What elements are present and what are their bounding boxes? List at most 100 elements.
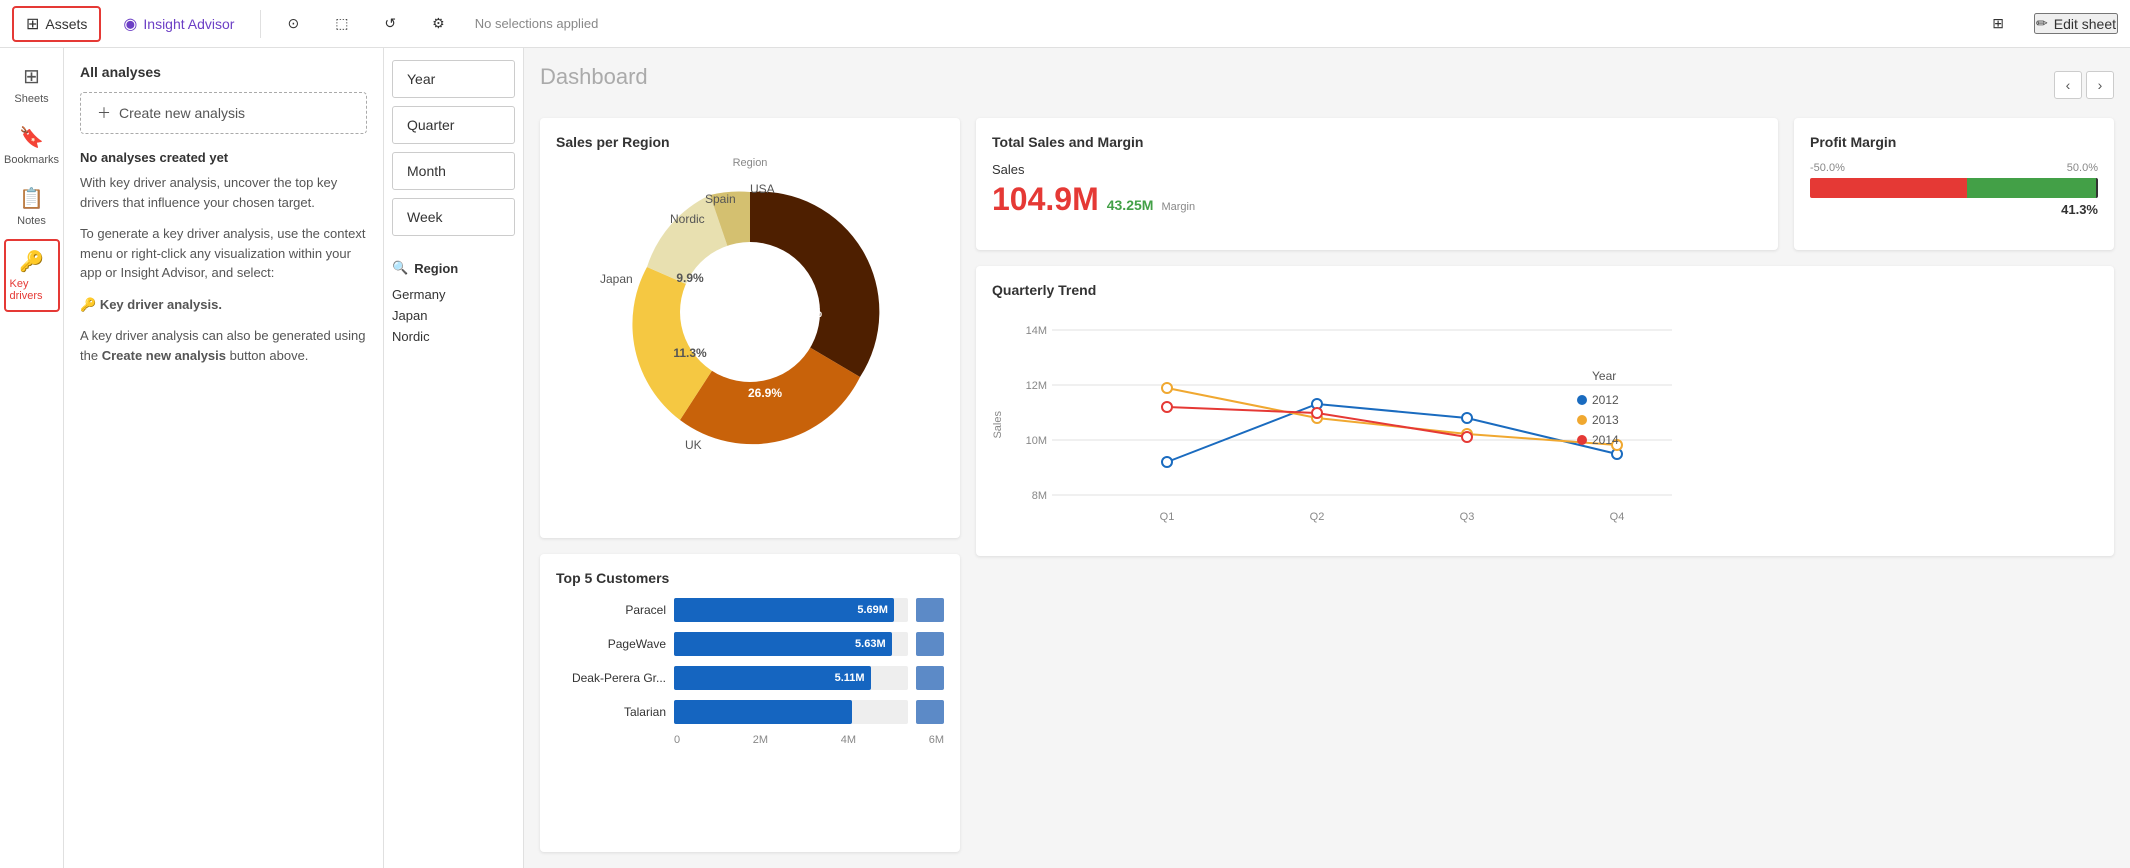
quarterly-trend-card: Quarterly Trend Sales 14M 12M xyxy=(976,266,2114,556)
bar-talarian: Talarian xyxy=(556,700,944,724)
prev-arrow-button[interactable]: ‹ xyxy=(2054,71,2082,99)
next-arrow-button[interactable]: › xyxy=(2086,71,2114,99)
filter-month[interactable]: Month xyxy=(392,152,515,190)
dashboard: Dashboard ‹ › Sales per Region Region US… xyxy=(524,48,2130,868)
uk-pct: 26.9% xyxy=(748,386,782,400)
region-germany[interactable]: Germany xyxy=(392,284,515,305)
nav-separator xyxy=(260,10,261,38)
y-10m: 10M xyxy=(1026,435,1047,447)
gear-icon: ⚙ xyxy=(432,15,445,32)
bar-val-pagewave: 5.63M xyxy=(855,638,886,650)
bar-fill-talarian xyxy=(674,700,852,724)
bar-label-talarian: Talarian xyxy=(556,705,666,719)
donut-wrapper: Region USA Japan Nordic Spain UK xyxy=(590,162,910,482)
filter-quarter[interactable]: Quarter xyxy=(392,106,515,144)
bar-val-deak: 5.11M xyxy=(835,672,865,684)
assets-button[interactable]: ⊞ Assets xyxy=(12,6,101,42)
top-metrics-row: Total Sales and Margin Sales 104.9M 43.2… xyxy=(976,118,2114,250)
lasso-button[interactable]: ⊙ xyxy=(273,7,313,40)
bar-label-deak: Deak-Perera Gr... xyxy=(556,671,666,685)
no-selections-label: No selections applied xyxy=(475,16,599,31)
create-analysis-inline-link[interactable]: Create new analysis xyxy=(102,348,226,363)
point-2013-q1 xyxy=(1162,383,1172,393)
key-drivers-label: Key drivers xyxy=(10,278,54,302)
top-right-actions: ⊞ ✏ Edit sheet xyxy=(1978,7,2118,40)
bar-label-pagewave: PageWave xyxy=(556,637,666,651)
y-12m: 12M xyxy=(1026,380,1047,392)
profit-margin-card: Profit Margin -50.0% 50.0% 41.3% xyxy=(1794,118,2114,250)
sidebar-item-key-drivers[interactable]: 🔑 Key drivers xyxy=(4,239,60,312)
selection-button[interactable]: ⬚ xyxy=(321,7,362,40)
key-driver-icon: 🔑 xyxy=(80,297,96,312)
profit-margin-title: Profit Margin xyxy=(1810,134,2098,150)
point-2012-q3 xyxy=(1462,413,1472,423)
donut-chart-svg: 45.5% 26.9% 11.3% 9.9% xyxy=(590,162,910,462)
axis-0: 0 xyxy=(674,734,680,746)
right-section: Total Sales and Margin Sales 104.9M 43.2… xyxy=(976,118,2114,538)
grid-view-button[interactable]: ⊞ xyxy=(1978,7,2018,40)
pm-bar-positive xyxy=(1967,178,2096,198)
search-icon: 🔍 xyxy=(392,260,408,276)
nordic-pct: 9.9% xyxy=(676,271,704,285)
undo-button[interactable]: ↺ xyxy=(370,7,410,40)
undo-icon: ↺ xyxy=(384,15,396,32)
spain-label: Spain xyxy=(705,192,736,206)
bar-side-paracel xyxy=(916,598,944,622)
legend-year-label: Year xyxy=(1592,369,1616,383)
filter-year[interactable]: Year xyxy=(392,60,515,98)
line-2012 xyxy=(1167,404,1617,462)
notes-label: Notes xyxy=(17,215,46,227)
region-legend-label: Region xyxy=(733,157,768,169)
point-2014-q1 xyxy=(1162,402,1172,412)
y-14m: 14M xyxy=(1026,325,1047,337)
pm-min-label: -50.0% xyxy=(1810,162,1845,174)
sidebar-item-sheets[interactable]: ⊞ Sheets xyxy=(4,56,60,113)
region-japan[interactable]: Japan xyxy=(392,305,515,326)
x-q1: Q1 xyxy=(1160,511,1175,523)
bottom-row: Top 5 Customers Paracel 5.69M PageWave xyxy=(540,554,2114,852)
top5-customers-card: Top 5 Customers Paracel 5.69M PageWave xyxy=(540,554,960,852)
insight-advisor-button[interactable]: ◉ Insight Advisor xyxy=(109,6,248,42)
sidebar-desc1: With key driver analysis, uncover the to… xyxy=(80,173,367,212)
create-analysis-button[interactable]: ＋ Create new analysis xyxy=(80,92,367,134)
uk-label: UK xyxy=(685,438,702,452)
pm-bar xyxy=(1810,178,2098,198)
bar-side-deak xyxy=(916,666,944,690)
pm-max-label: 50.0% xyxy=(2067,162,2098,174)
axis-4m: 4M xyxy=(841,734,856,746)
edit-sheet-button[interactable]: ✏ Edit sheet xyxy=(2034,13,2118,34)
sidebar-desc3: A key driver analysis can also be genera… xyxy=(80,326,367,365)
sidebar-title: All analyses xyxy=(80,64,367,80)
bar-deak: Deak-Perera Gr... 5.11M xyxy=(556,666,944,690)
japan-label: Japan xyxy=(600,272,633,286)
bar-val-paracel: 5.69M xyxy=(857,604,888,616)
bar-track-talarian xyxy=(674,700,908,724)
no-analyses-title: No analyses created yet xyxy=(80,150,367,165)
filter-week[interactable]: Week xyxy=(392,198,515,236)
bar-track-pagewave: 5.63M xyxy=(674,632,908,656)
top5-title: Top 5 Customers xyxy=(556,570,944,586)
create-analysis-label: Create new analysis xyxy=(119,105,245,121)
grid-icon: ⊞ xyxy=(1992,15,2004,32)
dashboard-title: Dashboard xyxy=(540,64,648,90)
notes-icon: 📋 xyxy=(19,186,44,211)
key-driver-link[interactable]: Key driver analysis. xyxy=(100,297,222,312)
sidebar-desc2: To generate a key driver analysis, use t… xyxy=(80,224,367,283)
bar-paracel: Paracel 5.69M xyxy=(556,598,944,622)
settings-button[interactable]: ⚙ xyxy=(418,7,459,40)
quarterly-trend-title: Quarterly Trend xyxy=(992,282,2098,298)
usa-label: USA xyxy=(750,182,775,196)
region-label: 🔍 Region xyxy=(392,260,515,276)
usa-pct: 45.5% xyxy=(788,306,822,320)
bookmarks-icon: 🔖 xyxy=(19,125,44,150)
axis-6m: 6M xyxy=(929,734,944,746)
sidebar-item-bookmarks[interactable]: 🔖 Bookmarks xyxy=(4,117,60,174)
sidebar-item-notes[interactable]: 📋 Notes xyxy=(4,178,60,235)
x-q3: Q3 xyxy=(1460,511,1475,523)
axis-2m: 2M xyxy=(753,734,768,746)
pm-percentage: 41.3% xyxy=(1810,202,2098,217)
x-q4: Q4 xyxy=(1610,511,1625,523)
key-driver-line: 🔑 Key driver analysis. xyxy=(80,295,367,315)
assets-icon: ⊞ xyxy=(26,14,39,34)
region-nordic[interactable]: Nordic xyxy=(392,326,515,347)
